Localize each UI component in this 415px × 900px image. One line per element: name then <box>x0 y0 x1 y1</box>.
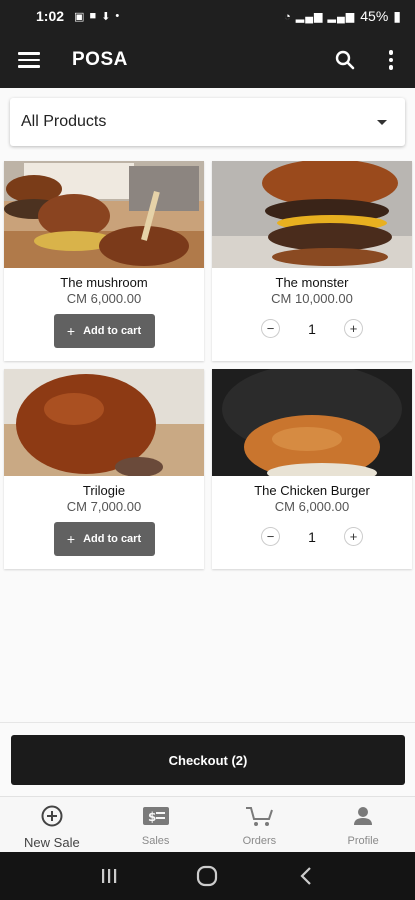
home-button[interactable] <box>187 861 227 891</box>
product-name: The monster <box>275 275 349 290</box>
add-circle-icon <box>41 805 63 832</box>
product-image <box>4 161 204 268</box>
image-icon: ▣ <box>74 10 85 23</box>
nav-new-sale[interactable]: New Sale <box>0 797 104 852</box>
product-price: CM 6,000.00 <box>66 291 142 306</box>
system-navigation-bar <box>0 852 415 900</box>
add-to-cart-button[interactable]: + Add to cart <box>53 522 155 556</box>
plus-button[interactable]: + <box>345 528 362 545</box>
nav-sales[interactable]: $ Sales <box>104 797 208 852</box>
filter-selected-value: All Products <box>21 113 107 130</box>
product-card[interactable]: Trilogie CM 7,000.00 + Add to cart <box>4 369 204 569</box>
download-icon: ⬇ <box>101 10 111 23</box>
dropdown-arrow-icon <box>377 119 387 125</box>
folder-icon: ■ <box>89 10 97 22</box>
product-price: CM 7,000.00 <box>66 499 142 514</box>
back-button[interactable] <box>286 861 326 891</box>
nav-label: Profile <box>347 835 379 847</box>
nav-orders[interactable]: Orders <box>208 797 312 852</box>
status-bar: 1:02 ▣ ■ ⬇ • ◔ ▂▄▆ ▂▄▆ 45% ▮ <box>0 0 415 32</box>
nav-label: Sales <box>141 835 170 847</box>
bottom-navigation: New Sale $ Sales Orders Profile <box>0 796 415 852</box>
product-name: The mushroom <box>60 275 148 290</box>
status-time: 1:02 <box>36 8 65 24</box>
product-name: Trilogie <box>82 483 126 498</box>
battery-percent: 45% <box>360 8 389 24</box>
product-image <box>212 161 412 268</box>
person-icon <box>352 805 374 832</box>
product-name: The Chicken Burger <box>254 483 370 498</box>
minus-button[interactable]: − <box>262 320 279 337</box>
checkout-button[interactable]: Checkout (2) <box>11 735 405 785</box>
quantity-stepper: − 1 + <box>262 320 362 337</box>
product-price: CM 10,000.00 <box>271 291 353 306</box>
product-image <box>212 369 412 476</box>
product-card[interactable]: The Chicken Burger CM 6,000.00 − 1 + <box>212 369 412 569</box>
svg-text:$: $ <box>148 810 156 824</box>
notification-icons: ▣ ■ ⬇ • <box>74 10 119 23</box>
add-to-cart-label: Add to cart <box>83 325 142 337</box>
product-image <box>4 369 204 476</box>
nav-profile[interactable]: Profile <box>311 797 415 852</box>
add-to-cart-button[interactable]: + Add to cart <box>53 314 155 348</box>
cart-icon <box>244 805 274 832</box>
battery-icon: ▮ <box>393 7 401 24</box>
quantity-stepper: − 1 + <box>262 528 362 545</box>
product-price: CM 6,000.00 <box>274 499 350 514</box>
product-card[interactable]: The monster CM 10,000.00 − 1 + <box>212 161 412 361</box>
cash-icon: $ <box>142 805 170 832</box>
app-bar: POSA <box>0 32 415 88</box>
quantity-value: 1 <box>308 528 316 545</box>
divider <box>0 722 415 723</box>
plus-button[interactable]: + <box>345 320 362 337</box>
product-card[interactable]: The mushroom CM 6,000.00 + Add to cart <box>4 161 204 361</box>
add-to-cart-label: Add to cart <box>83 533 142 545</box>
menu-icon[interactable] <box>18 52 40 68</box>
nav-label: New Sale <box>24 835 80 850</box>
search-icon[interactable] <box>333 48 357 72</box>
quantity-value: 1 <box>308 320 316 337</box>
product-grid: The mushroom CM 6,000.00 + Add to cart T… <box>4 161 412 569</box>
wifi-signal-icon: ◔ ▂▄▆ ▂▄▆ <box>284 10 356 23</box>
recent-apps-button[interactable] <box>89 861 129 891</box>
plus-icon: + <box>66 323 76 339</box>
minus-button[interactable]: − <box>262 528 279 545</box>
product-filter-select[interactable]: All Products <box>10 98 405 146</box>
app-title: POSA <box>72 49 128 70</box>
more-options-icon[interactable] <box>379 48 403 72</box>
dot-icon: • <box>115 10 120 22</box>
nav-label: Orders <box>242 835 277 847</box>
plus-icon: + <box>66 531 76 547</box>
